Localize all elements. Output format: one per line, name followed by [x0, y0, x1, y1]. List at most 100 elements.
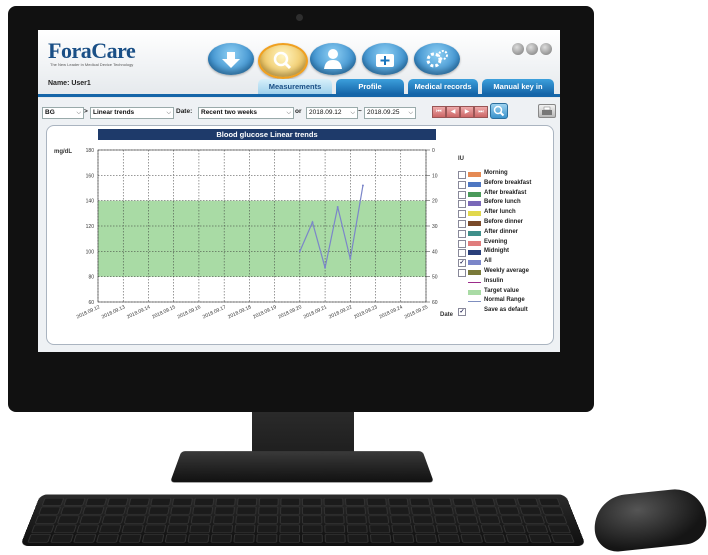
legend-checkbox[interactable]	[458, 180, 466, 189]
keyboard-key	[324, 533, 346, 543]
legend-label: After dinner	[484, 228, 519, 235]
keyboard-key	[458, 524, 481, 534]
keyboard-key	[56, 515, 80, 524]
y2-axis-label: IU	[458, 156, 464, 162]
x-tick-label: 2018.09.20	[277, 304, 302, 320]
legend-label: Target value	[484, 287, 519, 294]
keyboard-key	[346, 515, 367, 524]
legend-swatch	[468, 289, 481, 295]
y-tick-label: 160	[86, 173, 95, 179]
keyboard-key	[106, 497, 129, 506]
legend-checkbox[interactable]	[458, 171, 466, 179]
keyboard-key	[544, 515, 568, 524]
keyboard-key	[50, 533, 74, 543]
legend-checkbox[interactable]	[458, 200, 466, 209]
keyboard-key	[76, 524, 100, 534]
keyboard-key	[279, 515, 301, 524]
x-tick-label: 2018.09.19	[252, 304, 277, 320]
keyboard-key	[256, 524, 278, 534]
x-tick-label: 2018.09.14	[126, 304, 151, 320]
keyboard-key	[118, 533, 142, 543]
keyboard-key	[236, 497, 258, 506]
keyboard-key	[391, 524, 413, 534]
keyboard-key	[171, 497, 193, 506]
monitor-stand-base	[170, 451, 434, 483]
x-tick-label: 2018.09.17	[202, 304, 227, 320]
keyboard-key	[95, 533, 120, 543]
keyboard-key	[547, 524, 572, 534]
legend-checkbox[interactable]: ✓	[458, 308, 466, 317]
keyboard-key	[168, 515, 191, 524]
y2-tick-label: 60	[432, 300, 438, 306]
keyboard-key	[126, 506, 149, 515]
legend-swatch	[468, 240, 481, 246]
keyboard-key	[437, 533, 461, 543]
legend-label: After breakfast	[484, 189, 527, 196]
legend-checkbox[interactable]: ✓	[458, 259, 466, 268]
keyboard-key	[166, 524, 189, 534]
y-tick-label: 80	[88, 275, 94, 281]
legend-checkbox[interactable]	[458, 239, 466, 248]
keyboard-key	[392, 533, 415, 543]
legend-swatch	[468, 260, 481, 266]
y2-tick-label: 50	[432, 275, 438, 281]
keyboard-key	[460, 533, 484, 543]
keyboard-key	[368, 524, 391, 534]
keyboard-key	[256, 533, 278, 543]
keyboard-key	[367, 506, 389, 515]
legend-label: Insulin	[484, 277, 504, 284]
keyboard-key	[456, 515, 479, 524]
keyboard-key	[146, 515, 169, 524]
keyboard-key	[434, 515, 457, 524]
legend-swatch	[468, 221, 481, 226]
legend-swatch	[468, 172, 481, 177]
keyboard-key	[413, 524, 436, 534]
keyboard-key	[60, 506, 83, 515]
x-tick-label: 2018.09.22	[328, 304, 353, 320]
legend-swatch	[468, 230, 481, 236]
keyboard-key	[280, 497, 301, 506]
keyboard-key	[212, 515, 235, 524]
keyboard-key	[53, 524, 77, 534]
keyboard-key	[27, 533, 52, 543]
keyboard-key	[324, 524, 346, 534]
x-tick-label: 2018.09.12	[76, 304, 101, 320]
x-tick-label: 2018.09.24	[378, 304, 403, 320]
keyboard-key	[412, 515, 434, 524]
legend-label: Morning	[484, 170, 508, 176]
keyboard-key	[388, 506, 411, 515]
legend-checkbox[interactable]	[458, 269, 466, 277]
legend-label: After lunch	[484, 209, 516, 216]
data-point	[311, 221, 314, 224]
keyboard-key	[323, 497, 344, 506]
legend-checkbox[interactable]	[458, 190, 466, 199]
legend-label: Midnight	[484, 248, 509, 255]
data-point	[336, 206, 339, 208]
keyboard-key	[323, 506, 345, 515]
keyboard-key	[101, 515, 125, 524]
keyboard-key	[150, 497, 172, 506]
legend-checkbox[interactable]	[458, 249, 466, 258]
keyboard-key	[478, 515, 501, 524]
legend-checkbox[interactable]	[458, 229, 466, 238]
keyboard-key	[215, 497, 236, 506]
data-point	[324, 266, 327, 269]
keyboard-key	[528, 533, 552, 543]
keyboard-key	[302, 506, 323, 515]
x-tick-label: 2018.09.13	[101, 304, 126, 320]
keyboard-key	[525, 524, 549, 534]
keyboard-key	[257, 515, 279, 524]
keyboard-key	[475, 506, 499, 515]
keyboard-key	[189, 524, 211, 534]
legend-swatch	[468, 181, 481, 187]
legend-label: All	[484, 258, 492, 265]
keyboard-key	[452, 497, 474, 506]
keyboard-key	[516, 497, 539, 506]
x-tick-label: 2018.09.15	[151, 304, 176, 320]
legend-checkbox[interactable]	[458, 210, 466, 219]
legend-checkbox[interactable]	[458, 220, 466, 228]
y2-tick-label: 0	[432, 148, 435, 154]
keyboard-key	[500, 515, 523, 524]
keyboard-key	[347, 533, 369, 543]
keyboard-key	[482, 533, 507, 543]
